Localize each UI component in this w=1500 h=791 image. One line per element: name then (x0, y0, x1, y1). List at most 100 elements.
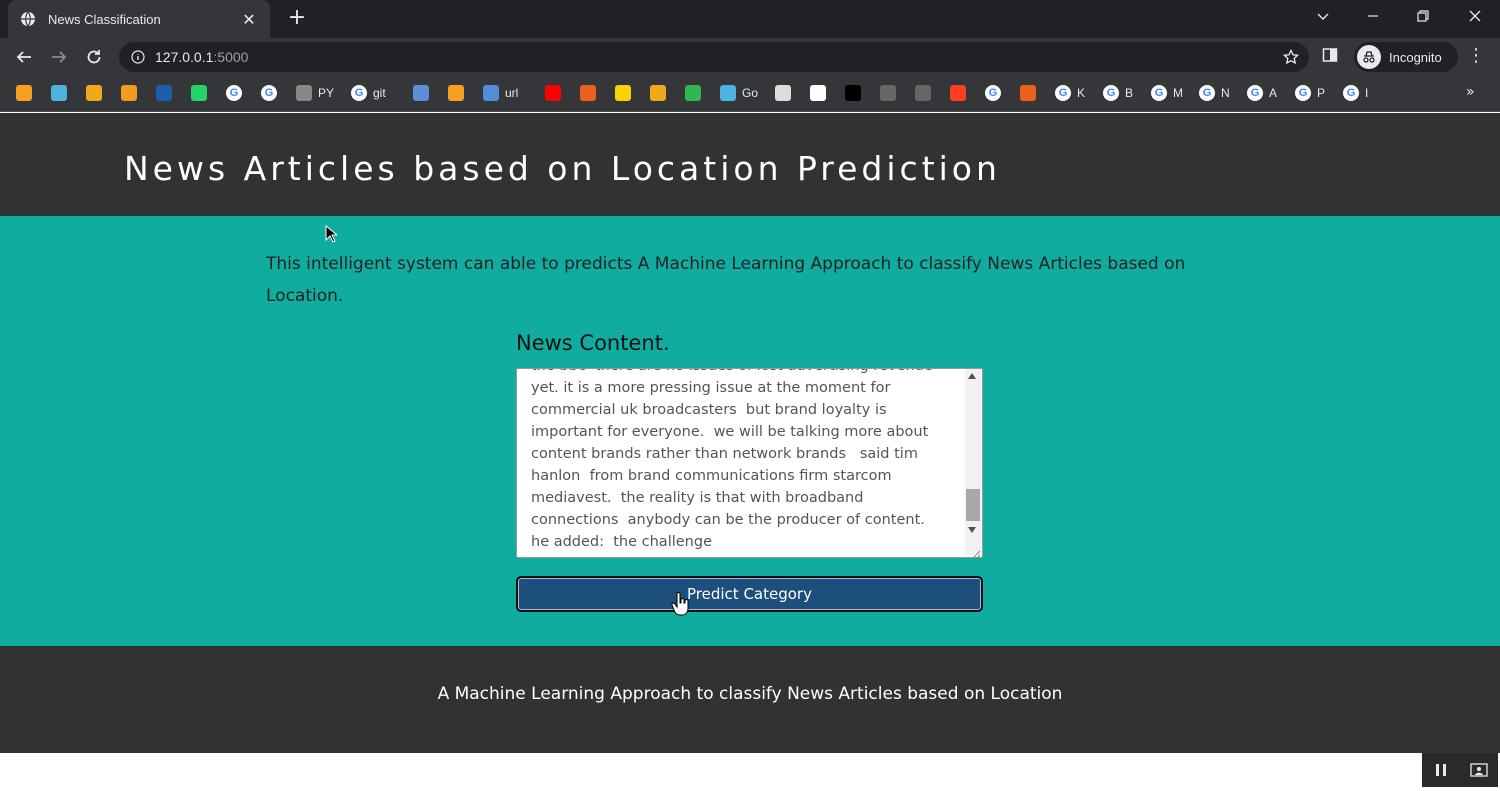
incognito-profile[interactable]: Incognito (1354, 42, 1458, 72)
restore-icon[interactable] (1398, 0, 1448, 32)
youtube-icon (545, 85, 561, 101)
google-icon: G (1295, 85, 1311, 101)
bookmark-item[interactable]: url (483, 84, 518, 102)
bookmark-item[interactable] (880, 84, 896, 102)
more-menu-icon[interactable]: ⋮ (1466, 47, 1486, 67)
close-tab-icon[interactable]: ✕ (240, 10, 258, 29)
textarea-scrollbar[interactable] (965, 369, 981, 555)
bookmark-item[interactable]: G (226, 84, 242, 102)
bookmark-item[interactable] (545, 84, 561, 102)
site-info-icon[interactable] (121, 50, 155, 64)
forward-arrow-icon[interactable] (45, 43, 73, 71)
tab-title: News Classification (48, 11, 161, 27)
bookmark-label: I (1365, 86, 1369, 100)
intro-text: This intelligent system can able to pred… (266, 254, 1186, 306)
bookmark-item[interactable] (1020, 84, 1036, 102)
car-bookmark-icon (413, 85, 429, 101)
bookmark-item[interactable] (845, 84, 861, 102)
google-icon: G (261, 85, 277, 101)
bookmark-item[interactable] (580, 84, 596, 102)
bookmark-item[interactable] (915, 84, 931, 102)
new-tab-button[interactable]: + (284, 6, 310, 32)
bookmark-item[interactable] (156, 84, 172, 102)
bookmark-label: N (1221, 86, 1230, 100)
google-icon: G (226, 85, 242, 101)
bookmark-item[interactable] (810, 84, 826, 102)
swirl-bookmark-icon (720, 85, 736, 101)
bookmark-item[interactable] (51, 84, 67, 102)
arrow-bookmark-icon (16, 85, 32, 101)
globe-icon (20, 11, 36, 27)
google-icon: G (1343, 85, 1359, 101)
browser-toolbar: 127.0.0.1:5000 Incognito ⋮ (0, 38, 1500, 76)
bolt-bookmark-icon (1020, 85, 1036, 101)
bookmark-item[interactable] (86, 84, 102, 102)
picture-in-picture-icon[interactable] (1460, 753, 1498, 787)
bookmark-item[interactable] (191, 84, 207, 102)
bookmark-item[interactable]: PY (296, 84, 334, 102)
bookmark-label: P (1317, 86, 1326, 100)
bookmark-item[interactable] (775, 84, 791, 102)
circle-bookmark-icon (685, 85, 701, 101)
bookmark-item[interactable] (650, 84, 666, 102)
bookmark-item[interactable]: GI (1343, 84, 1368, 102)
arrow-cursor-icon (325, 224, 339, 247)
doc-bookmark-icon (775, 85, 791, 101)
bookmark-item[interactable]: GM (1151, 84, 1183, 102)
close-window-icon[interactable] (1450, 0, 1500, 32)
bookmark-label: url (505, 86, 519, 100)
bookmark-item[interactable]: GN (1199, 84, 1230, 102)
bookmark-label: git (373, 86, 386, 100)
google-icon: G (1103, 85, 1119, 101)
scroll-up-arrow-icon[interactable] (968, 373, 976, 379)
url-port: :5000 (213, 49, 249, 65)
browser-tab[interactable]: News Classification ✕ (8, 0, 270, 38)
resize-handle-icon[interactable] (969, 544, 981, 559)
news-content-textarea[interactable]: the bbc there are no issues of lost adve… (516, 368, 983, 558)
eye-bookmark-icon (580, 85, 596, 101)
bookmark-item[interactable] (121, 84, 137, 102)
p-bookmark-icon (615, 85, 631, 101)
more-bookmarks-icon[interactable]: » (1466, 84, 1475, 100)
bookmark-item[interactable]: Go (720, 84, 758, 102)
bookmark-item[interactable] (448, 84, 464, 102)
cl-bookmark-icon (845, 85, 861, 101)
github-icon (296, 85, 312, 101)
bookmark-item[interactable]: G (261, 84, 277, 102)
bookmark-item[interactable]: G (985, 84, 1001, 102)
bookmark-item[interactable]: GK (1055, 84, 1085, 102)
back-arrow-icon[interactable] (10, 43, 38, 71)
bookmark-item[interactable] (950, 84, 966, 102)
google-icon: G (351, 85, 367, 101)
bookmark-star-icon[interactable] (1281, 47, 1301, 67)
bookmark-item[interactable] (685, 84, 701, 102)
side-panel-icon[interactable] (1322, 47, 1342, 67)
bookmark-label: B (1125, 86, 1134, 100)
google-icon: G (1055, 85, 1071, 101)
bookmark-item[interactable] (16, 84, 32, 102)
bookmark-item[interactable] (615, 84, 631, 102)
url-host: 127.0.0.1 (155, 49, 214, 65)
pause-icon[interactable] (1422, 753, 1460, 787)
bookmark-item[interactable]: Ggit (351, 84, 386, 102)
bookmark-item[interactable]: GA (1247, 84, 1277, 102)
predict-category-button[interactable]: Predict Category (516, 576, 983, 612)
news-content-label: News Content. (516, 331, 670, 355)
bookmark-label: Go (742, 86, 759, 100)
google-icon: G (1247, 85, 1263, 101)
bookmark-item[interactable]: GP (1295, 84, 1325, 102)
bookmark-label: PY (318, 86, 335, 100)
scroll-down-arrow-icon[interactable] (968, 527, 976, 533)
doc-bookmark-icon (810, 85, 826, 101)
tab-search-icon[interactable] (1298, 0, 1348, 32)
reload-icon[interactable] (80, 43, 108, 71)
address-bar[interactable]: 127.0.0.1:5000 (119, 42, 1309, 72)
camera-bookmark-icon (650, 85, 666, 101)
scroll-thumb[interactable] (966, 489, 980, 521)
bookmark-label: A (1269, 86, 1278, 100)
yandex-icon (950, 85, 966, 101)
bookmark-item[interactable] (413, 84, 429, 102)
minimize-icon[interactable] (1348, 0, 1398, 32)
bookmark-item[interactable]: GB (1103, 84, 1133, 102)
page-footer: A Machine Learning Approach to classify … (0, 646, 1500, 753)
